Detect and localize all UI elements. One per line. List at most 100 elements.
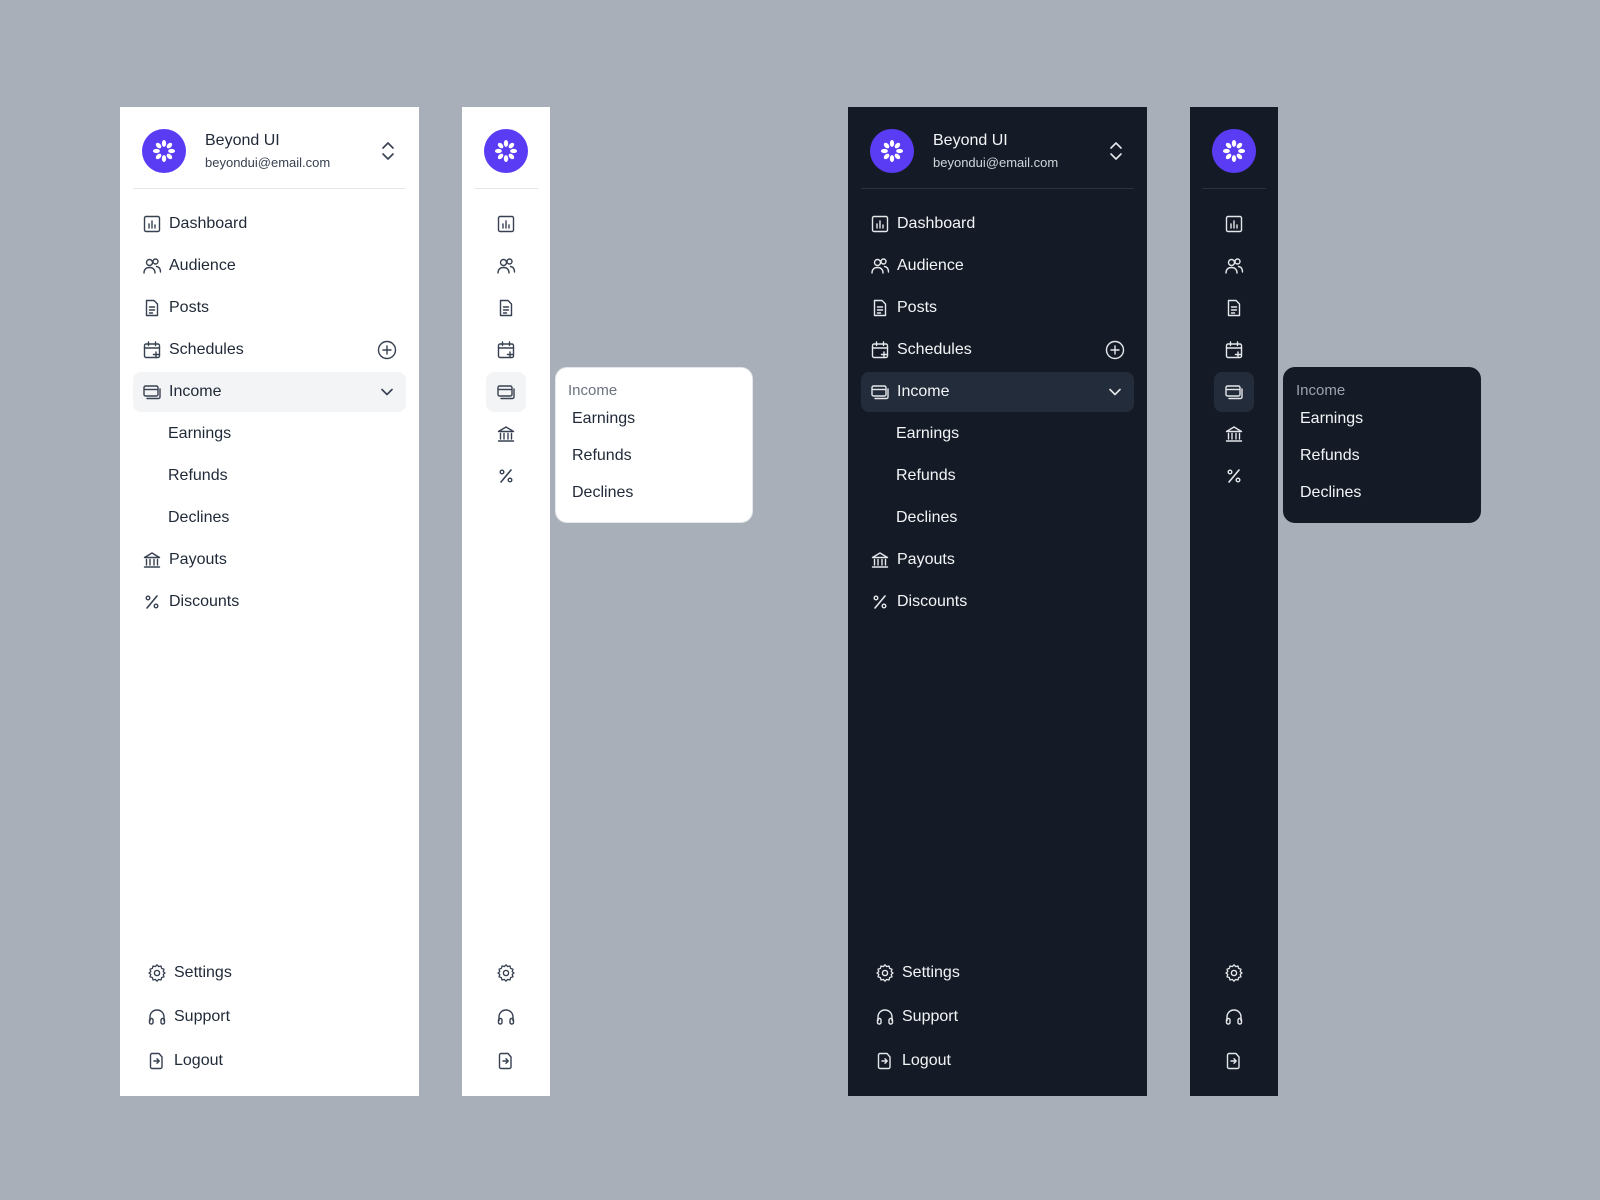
nav-label: Earnings [896, 425, 960, 442]
nav-item-income[interactable]: Income [133, 372, 406, 412]
chevron-down-icon[interactable] [377, 382, 397, 402]
add-schedule-icon[interactable] [1105, 340, 1125, 360]
chevron-down-icon[interactable] [1105, 382, 1125, 402]
users-icon [142, 256, 162, 276]
nav-label: Discounts [897, 593, 968, 610]
logout-icon[interactable] [1214, 1040, 1254, 1082]
nav-item-logout[interactable]: Logout [133, 1040, 406, 1082]
account-header[interactable] [474, 107, 538, 189]
nav-item-settings[interactable]: Settings [133, 952, 406, 994]
nav-label: Declines [168, 509, 230, 526]
gear-icon[interactable] [1214, 952, 1254, 994]
account-header[interactable]: Beyond UI beyondui@email.com [133, 107, 406, 189]
account-header[interactable] [1202, 107, 1266, 189]
nav-item-posts[interactable]: Posts [133, 288, 406, 328]
add-schedule-icon[interactable] [377, 340, 397, 360]
dashboard-icon[interactable] [1214, 204, 1254, 244]
nav-item-logout[interactable]: Logout [861, 1040, 1134, 1082]
percent-icon[interactable] [1214, 456, 1254, 496]
nav-item-income[interactable]: Income [861, 372, 1134, 412]
headphones-icon[interactable] [1214, 996, 1254, 1038]
nav-item-schedules[interactable]: Schedules [861, 330, 1134, 370]
bank-icon [870, 550, 890, 570]
nav-label: Schedules [897, 341, 972, 358]
dashboard-icon[interactable] [486, 204, 526, 244]
user-email: beyondui@email.com [205, 155, 331, 170]
nav-item-audience[interactable]: Audience [861, 246, 1134, 286]
document-icon[interactable] [1214, 288, 1254, 328]
gear-icon [147, 963, 167, 983]
account-switch-icon[interactable] [1107, 139, 1125, 163]
flyout-item-declines[interactable]: Declines [1296, 483, 1468, 520]
account-header[interactable]: Beyond UI beyondui@email.com [861, 107, 1134, 189]
document-icon [870, 298, 890, 318]
nav-item-settings[interactable]: Settings [861, 952, 1134, 994]
nav-item-discounts[interactable]: Discounts [861, 582, 1134, 622]
calendar-icon[interactable] [1214, 330, 1254, 370]
income-flyout-menu: Income Earnings Refunds Declines [555, 367, 753, 523]
logout-icon [875, 1051, 895, 1071]
nav-item-dashboard[interactable]: Dashboard [133, 204, 406, 244]
brand-logo-icon [484, 129, 528, 173]
nav-label: Posts [169, 299, 210, 316]
nav-item-discounts[interactable]: Discounts [133, 582, 406, 622]
logout-icon[interactable] [486, 1040, 526, 1082]
nav-subitem-earnings[interactable]: Earnings [861, 414, 1134, 454]
main-nav-icons [1190, 204, 1278, 498]
document-icon[interactable] [486, 288, 526, 328]
headphones-icon[interactable] [486, 996, 526, 1038]
nav-subitem-refunds[interactable]: Refunds [861, 456, 1134, 496]
brand-logo-icon [870, 129, 914, 173]
nav-label: Income [169, 383, 222, 400]
gear-icon[interactable] [486, 952, 526, 994]
nav-label: Support [902, 1008, 959, 1025]
nav-subitem-refunds[interactable]: Refunds [133, 456, 406, 496]
main-nav: Dashboard Audience Posts Schedules Incom… [861, 204, 1134, 624]
nav-label: Refunds [896, 467, 956, 484]
nav-item-schedules[interactable]: Schedules [133, 330, 406, 370]
bank-icon[interactable] [1214, 414, 1254, 454]
nav-subitem-earnings[interactable]: Earnings [133, 414, 406, 454]
main-nav: Dashboard Audience Posts Schedules Incom… [133, 204, 406, 624]
flyout-item-refunds[interactable]: Refunds [568, 446, 740, 483]
bottom-nav: Settings Support Logout [861, 952, 1134, 1084]
users-icon[interactable] [486, 246, 526, 286]
nav-label: Schedules [169, 341, 244, 358]
sidebar-dark-expanded: Beyond UI beyondui@email.com Dashboard A… [848, 107, 1147, 1096]
main-nav-icons [462, 204, 550, 498]
flyout-title: Income [568, 382, 618, 399]
document-icon [142, 298, 162, 318]
percent-icon[interactable] [486, 456, 526, 496]
nav-item-support[interactable]: Support [133, 996, 406, 1038]
income-icon[interactable] [486, 372, 526, 412]
income-icon[interactable] [1214, 372, 1254, 412]
nav-label: Payouts [897, 551, 955, 568]
nav-item-posts[interactable]: Posts [861, 288, 1134, 328]
nav-item-audience[interactable]: Audience [133, 246, 406, 286]
flyout-item-earnings[interactable]: Earnings [1296, 409, 1468, 446]
calendar-icon[interactable] [486, 330, 526, 370]
flyout-item-refunds[interactable]: Refunds [1296, 446, 1468, 483]
income-flyout-menu: Income Earnings Refunds Declines [1283, 367, 1481, 523]
users-icon[interactable] [1214, 246, 1254, 286]
bottom-nav: Settings Support Logout [133, 952, 406, 1084]
account-switch-icon[interactable] [379, 139, 397, 163]
bank-icon[interactable] [486, 414, 526, 454]
bottom-nav-icons [1190, 952, 1278, 1084]
flyout-item-earnings[interactable]: Earnings [568, 409, 740, 446]
sidebar-light-expanded: Beyond UI beyondui@email.com Dashboard A… [120, 107, 419, 1096]
nav-label: Audience [897, 257, 964, 274]
nav-item-support[interactable]: Support [861, 996, 1134, 1038]
income-icon [870, 382, 890, 402]
sidebar-dark-collapsed [1190, 107, 1278, 1096]
sidebar-light-collapsed [462, 107, 550, 1096]
nav-item-dashboard[interactable]: Dashboard [861, 204, 1134, 244]
nav-item-payouts[interactable]: Payouts [133, 540, 406, 580]
headphones-icon [875, 1007, 895, 1027]
nav-label: Logout [174, 1052, 223, 1069]
nav-item-payouts[interactable]: Payouts [861, 540, 1134, 580]
dashboard-icon [142, 214, 162, 234]
nav-subitem-declines[interactable]: Declines [133, 498, 406, 538]
flyout-item-declines[interactable]: Declines [568, 483, 740, 520]
nav-subitem-declines[interactable]: Declines [861, 498, 1134, 538]
